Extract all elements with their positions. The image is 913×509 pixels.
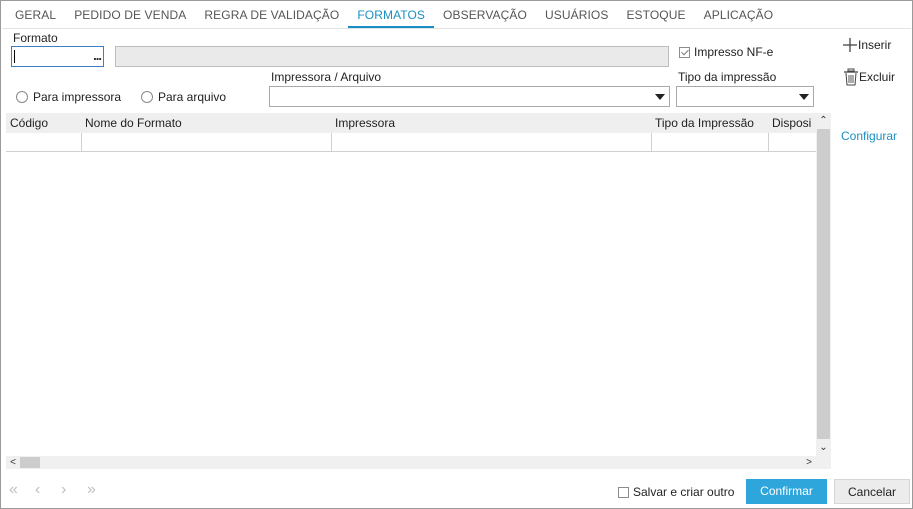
tab-observacao[interactable]: OBSERVAÇÃO <box>434 4 536 28</box>
insert-label: Inserir <box>858 38 892 52</box>
table-row[interactable] <box>6 133 816 152</box>
table-cell[interactable] <box>652 133 769 152</box>
formats-grid[interactable]: Código Nome do Formato Impressora Tipo d… <box>6 113 831 469</box>
radio-para-arquivo[interactable]: Para arquivo <box>141 90 226 104</box>
horizontal-scroll-thumb[interactable] <box>20 457 40 468</box>
chevron-down-icon <box>799 94 809 100</box>
print-type-label: Tipo da impressão <box>678 70 777 84</box>
configure-link[interactable]: Configurar <box>841 129 897 143</box>
next-record-icon[interactable]: › <box>61 481 87 501</box>
tab-pedido-de-venda[interactable]: PEDIDO DE VENDA <box>65 4 195 28</box>
tab-bar: GERAL PEDIDO DE VENDA REGRA DE VALIDAÇÃO… <box>6 4 782 28</box>
plus-icon <box>843 38 857 52</box>
column-header-codigo[interactable]: Código <box>6 113 81 133</box>
impresso-nfe-label: Impresso NF-e <box>694 45 774 59</box>
formato-description-field <box>115 46 669 67</box>
radio-circle-icon <box>141 91 153 103</box>
column-header-disposi[interactable]: Disposi <box>768 113 816 133</box>
checkbox-checked-icon <box>679 46 690 58</box>
impresso-nfe-checkbox[interactable]: Impresso NF-e <box>679 45 773 59</box>
tab-geral[interactable]: GERAL <box>6 4 65 28</box>
save-and-create-label: Salvar e criar outro <box>633 485 735 499</box>
table-cell[interactable] <box>82 133 332 152</box>
checkbox-unchecked-icon <box>618 486 629 498</box>
radio-circle-icon <box>16 91 28 103</box>
formato-label: Formato <box>13 31 58 45</box>
column-header-tipo-da-impressao[interactable]: Tipo da Impressão <box>651 113 768 133</box>
grid-header: Código Nome do Formato Impressora Tipo d… <box>6 113 816 133</box>
column-header-impressora[interactable]: Impressora <box>331 113 651 133</box>
last-record-icon[interactable]: » <box>87 481 113 501</box>
insert-button[interactable]: Inserir <box>842 37 891 53</box>
scroll-right-icon[interactable]: > <box>803 456 815 469</box>
vertical-scroll-thumb[interactable] <box>817 129 830 439</box>
vertical-scrollbar[interactable]: ⌃ ⌄ <box>816 113 831 456</box>
scroll-down-icon[interactable]: ⌄ <box>816 441 831 455</box>
tab-regra-de-validacao[interactable]: REGRA DE VALIDAÇÃO <box>195 4 348 28</box>
delete-button[interactable]: Excluir <box>843 68 895 86</box>
table-cell[interactable] <box>769 133 816 152</box>
tab-divider <box>2 28 911 29</box>
scrollbar-corner <box>816 456 831 469</box>
delete-label: Excluir <box>859 70 896 84</box>
lookup-button[interactable]: ... <box>93 47 102 64</box>
first-record-icon[interactable]: « <box>9 481 35 501</box>
tab-aplicacao[interactable]: APLICAÇÃO <box>695 4 783 28</box>
confirm-button[interactable]: Confirmar <box>746 479 827 504</box>
scroll-left-icon[interactable]: < <box>7 456 19 469</box>
tab-formatos[interactable]: FORMATOS <box>348 4 435 28</box>
scroll-up-icon[interactable]: ⌃ <box>816 114 831 128</box>
text-caret <box>14 50 15 63</box>
formato-input[interactable]: ... <box>11 46 104 67</box>
table-cell[interactable] <box>332 133 652 152</box>
dialog-window: GERAL PEDIDO DE VENDA REGRA DE VALIDAÇÃO… <box>0 0 913 509</box>
printer-label: Impressora / Arquivo <box>271 70 382 84</box>
previous-record-icon[interactable]: ‹ <box>35 481 61 501</box>
print-type-select[interactable] <box>676 86 814 107</box>
save-and-create-checkbox[interactable]: Salvar e criar outro <box>618 485 734 499</box>
tab-usuarios[interactable]: USUÁRIOS <box>536 4 617 28</box>
column-header-nome-do-formato[interactable]: Nome do Formato <box>81 113 331 133</box>
horizontal-scrollbar[interactable]: < > <box>6 456 816 469</box>
radio-para-arquivo-label: Para arquivo <box>158 90 227 104</box>
trash-icon <box>844 68 858 86</box>
radio-para-impressora[interactable]: Para impressora <box>16 90 121 104</box>
table-cell[interactable] <box>6 133 82 152</box>
tab-estoque[interactable]: ESTOQUE <box>617 4 694 28</box>
radio-para-impressora-label: Para impressora <box>33 90 122 104</box>
record-navigation: « ‹ › » <box>9 481 113 501</box>
chevron-down-icon <box>655 94 665 100</box>
printer-select[interactable] <box>269 86 670 107</box>
cancel-button[interactable]: Cancelar <box>834 479 910 504</box>
